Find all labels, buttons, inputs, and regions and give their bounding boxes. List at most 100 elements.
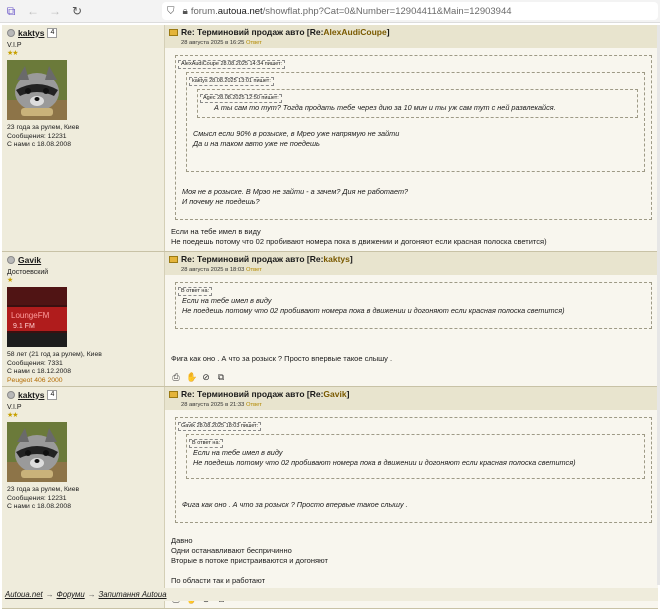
title-prefix: Re: Терминовий продаж авто [Re: [181,254,324,264]
quote-header: kaktys 28.08.2025 13:01 пишет: [189,77,274,86]
post-content: Re: Терминовий продаж авто [Re: Gavik] 2… [164,387,658,608]
quote-text: Да и на таком авто уже не поедешь [193,139,320,148]
quote-text: Смысл если 90% в розыске, в Мрео уже нап… [193,129,400,138]
address-bar[interactable]: ⛉ 🔒︎ forum. autoua.net/showflat.php?Cat=0… [162,2,658,20]
quote-text: Моя не в розыске. В Мрэо не зайти - а за… [182,187,409,196]
user-icon [7,29,15,37]
post-body: В ответ на: Если на тебе имел в виду Не … [165,275,658,368]
new-tab-icon[interactable]: ⧉ [0,0,22,22]
quote-text: Не поедешь потому что 02 пробивают номер… [182,306,565,315]
post-text: По области так и работают [171,576,266,585]
avatar: LoungeFM 9.1 FM [7,287,67,347]
book-icon [169,28,178,36]
quote-text: А ты сам то тут? Тогда продать тебе чере… [214,103,556,112]
title-prefix: Re: Терминовий продаж авто [Re: [181,27,324,37]
reply-link[interactable]: Ответ [246,267,262,273]
breadcrumb-forums-link[interactable]: Форуми [57,590,85,599]
url-domain: autoua.net [217,5,263,17]
user-status: V.I.P [7,42,22,49]
post-text: Фига как оно . А что за розыск ? Просто … [171,354,393,363]
user-info-line: Сообщения: 12231 [7,132,67,140]
reply-ref-link[interactable]: kaktys [323,254,349,264]
reply-ref-link[interactable]: AlexAudiCoupe [323,27,386,37]
username-link[interactable]: kaktys [18,28,44,38]
post-actions: ⎙ ✋ ⊘ ⧉ [165,368,658,386]
shield-icon[interactable]: ⛉ [167,6,175,17]
quote-block: kaktys 28.08.2025 13:01 пишет: Agec 28.0… [186,72,645,172]
title-suffix: ] [349,254,353,264]
post-header: Re: Терминовий продаж авто [Re: kaktys] … [165,252,658,275]
user-panel: kaktys 4 V.I.P ★★ 23 года за рулем, Киев [2,387,164,608]
breadcrumb-site-link[interactable]: Autoua.net [5,590,43,599]
avatar [7,422,67,482]
user-car: Peugeot 406 2000 [7,376,63,384]
user-status: Достоевский [7,269,49,276]
breadcrumb-separator: → [45,590,54,599]
breadcrumb: Autoua.net → Форуми → Запитання Autoua [2,588,658,601]
user-icon [7,391,15,399]
username-link[interactable]: kaktys [18,390,44,400]
quote-header: AlexAudiCoupe 28.08.2025 14:34 пишет: [178,60,286,69]
quote-block: AlexAudiCoupe 28.08.2025 14:34 пишет: ka… [175,55,652,220]
reply-link[interactable]: Ответ [246,40,262,46]
post-content: Re: Терминовий продаж авто [Re: kaktys] … [164,252,658,386]
quote-text: И почему не поедешь? [182,197,260,206]
user-info-line: Сообщения: 12231 [7,494,67,502]
quote-text: Фига как оно . А что за розыск ? Просто … [182,500,408,509]
user-info-line: 23 года за рулем, Киев [7,486,80,493]
url-path: /showflat.php?Cat=0&Number=12904411&Main… [262,5,512,17]
quote-header: В ответ на: [189,439,224,448]
user-panel: kaktys 4 V.I.P ★★ 23 года за рулем, Киев [2,25,164,251]
user-info-line: С нами с 18.08.2008 [7,141,71,148]
quote-header: Agec 28.08.2025 12:50 пишет: [200,94,282,103]
post-text: Вторые в потоке пристраиваются и догоняю… [171,556,328,565]
username-link[interactable]: Gavik [18,255,41,265]
post-header: Re: Терминовий продаж авто [Re: AlexAudi… [165,25,658,48]
post-title: Re: Терминовий продаж авто [Re: Gavik] [169,389,654,399]
svg-text:9.1 FM: 9.1 FM [13,323,35,330]
svg-text:LoungeFM: LoungeFM [11,311,50,320]
book-icon [169,390,178,398]
post-date-text: 28 августа 2025 в 21:33 [181,402,245,408]
post-text: Давно [171,536,193,545]
post-date: 28 августа 2025 в 21:33 Ответ [181,402,654,408]
post-text: Не поедешь потому что 02 пробивают номер… [171,237,547,246]
report-icon[interactable]: ⊘ [201,372,211,382]
post-title: Re: Терминовий продаж авто [Re: kaktys] [169,254,654,264]
lock-icon[interactable]: 🔒︎ [183,6,188,17]
quote-header: В ответ на: [178,287,213,296]
reply-link[interactable]: Ответ [246,402,262,408]
forward-icon[interactable]: → [44,0,66,22]
post: kaktys 4 V.I.P ★★ 23 года за рулем, Киев [2,25,658,252]
thanks-icon[interactable]: ✋ [186,372,197,382]
post-body: Gavik 28.08.2025 18:03 пишет: В ответ на… [165,410,658,590]
post-content: Re: Терминовий продаж авто [Re: AlexAudi… [164,25,658,251]
post-text: Если на тебе имел в виду [171,227,261,236]
title-prefix: Re: Терминовий продаж авто [Re: [181,389,324,399]
user-info-line: 23 года за рулем, Киев [7,124,80,131]
breadcrumb-section-link[interactable]: Запитання Autoua [99,590,167,599]
back-icon[interactable]: ← [22,0,44,22]
rank-stars: ★★ [7,412,19,419]
post-date-text: 28 августа 2025 в 16:25 [181,40,245,46]
print-icon[interactable]: ⎙ [171,372,181,382]
post: kaktys 4 V.I.P ★★ 23 года за рулем, Киев [2,387,658,609]
reply-icon[interactable]: ⧉ [216,372,226,382]
user-icon [7,256,15,264]
reload-icon[interactable]: ↻ [66,0,88,22]
post: Gavik Достоевский ★ LoungeFM 9.1 FM 58 л… [2,252,658,387]
browser-toolbar: ⧉ ← → ↻ ⛉ 🔒︎ forum. autoua.net/showflat.p… [0,0,660,23]
user-info-line: Сообщения: 7331 [7,359,63,367]
post-body: AlexAudiCoupe 28.08.2025 14:34 пишет: ka… [165,48,658,251]
quote-block: В ответ на: Если на тебе имел в виду Не … [175,282,652,329]
quote-text: Не поедешь потому что 02 пробивают номер… [193,458,576,467]
title-suffix: ] [346,389,350,399]
quote-text: Если на тебе имел в виду [182,296,272,305]
reply-ref-link[interactable]: Gavik [323,389,346,399]
user-badge: 4 [47,28,58,38]
forum-thread: kaktys 4 V.I.P ★★ 23 года за рулем, Киев [2,25,658,609]
post-text: Одни останавливают беспричинно [171,546,292,555]
rank-stars: ★★ [7,50,19,57]
quote-header: Gavik 28.08.2025 18:03 пишет: [178,422,262,431]
user-info-line: 58 лет (21 год за рулем), Киев [7,351,102,358]
